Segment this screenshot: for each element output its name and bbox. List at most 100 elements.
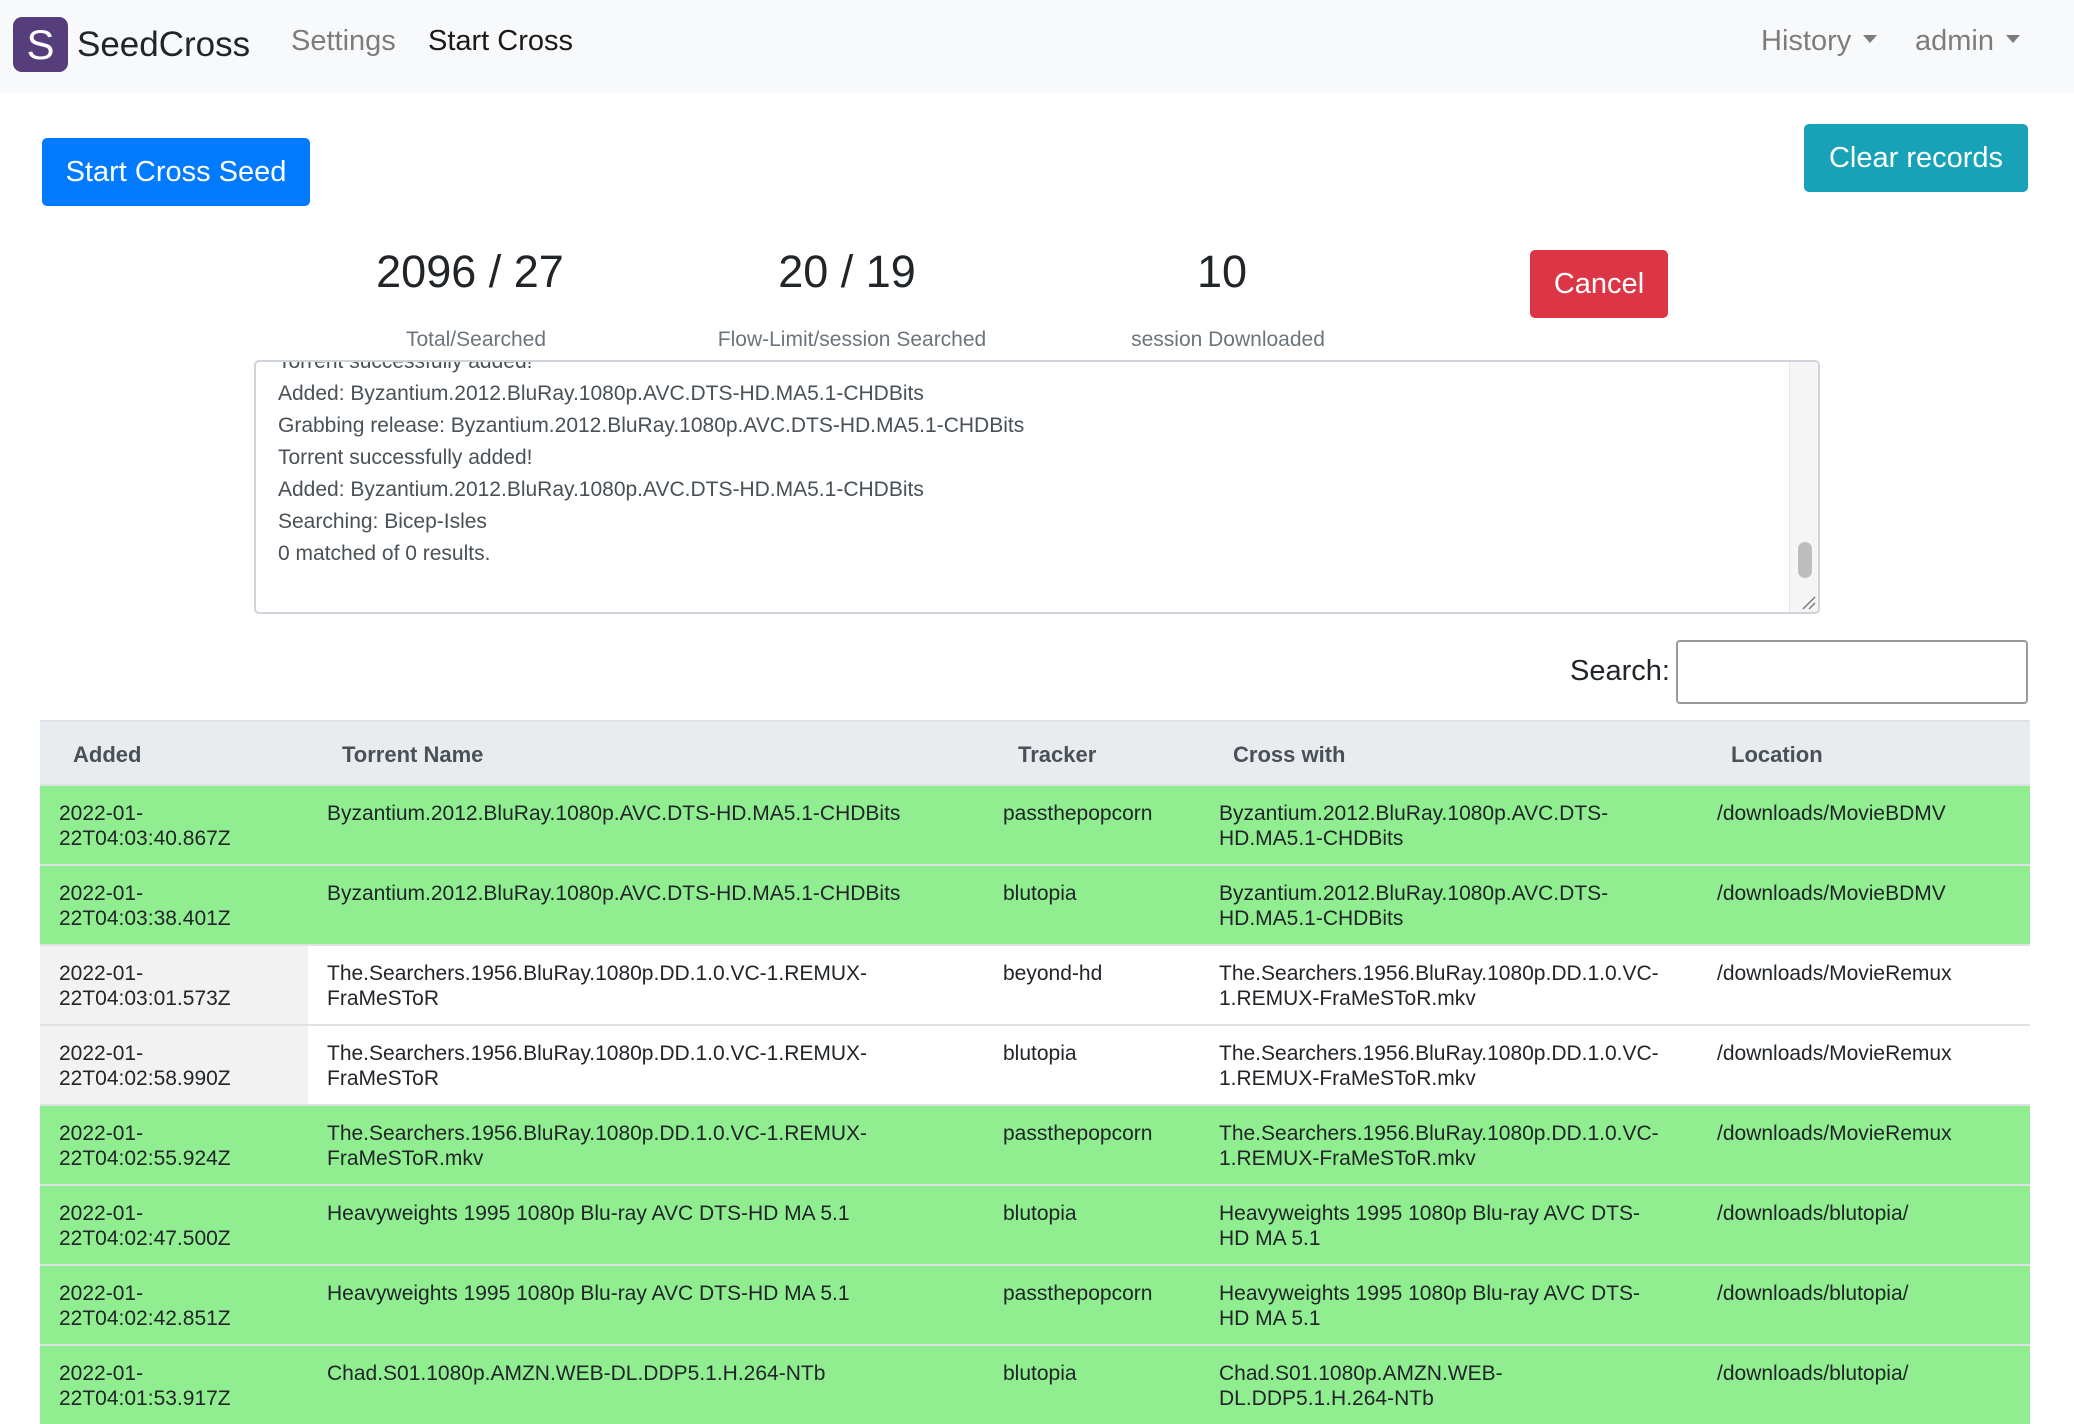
cell-cross-with-line: 1.REMUX-FraMeSToR.mkv [1219, 987, 1476, 1010]
brand-link[interactable]: S SeedCross [13, 17, 250, 72]
header-tracker[interactable]: Tracker [1018, 742, 1096, 768]
cell-cross-with: Heavyweights 1995 1080p Blu-ray AVC DTS-… [1219, 1281, 1709, 1331]
log-textarea[interactable]: Torrent successfully added! Added: Byzant… [254, 360, 1820, 614]
history-dropdown[interactable]: History [1761, 25, 1878, 58]
cell-location: /downloads/MovieBDMV [1717, 882, 1946, 905]
cell-torrent-name: Chad.S01.1080p.AMZN.WEB-DL.DDP5.1.H.264-… [327, 1361, 967, 1386]
cancel-button[interactable]: Cancel [1530, 250, 1668, 318]
log-line: Added: Byzantium.2012.BluRay.1080p.AVC.D… [278, 382, 924, 405]
log-line: 0 matched of 0 results. [278, 542, 491, 565]
cell-cross-with-line: HD.MA5.1-CHDBits [1219, 827, 1404, 850]
cell-torrent-name-line: FraMeSToR [327, 1067, 440, 1090]
log-line: Grabbing release: Byzantium.2012.BluRay.… [278, 414, 1025, 437]
cell-location: /downloads/MovieRemux [1717, 962, 1952, 985]
cell-location: /downloads/blutopia/ [1717, 1362, 1909, 1385]
log-line: Searching: Bicep-Isles [278, 510, 487, 533]
table-row[interactable]: 2022-01- 22T04:02:55.924Z The.Searchers.19… [40, 1104, 2030, 1184]
cell-location: /downloads/blutopia/ [1717, 1282, 1909, 1305]
cell-added-line: 2022-01- [59, 882, 144, 905]
user-label: admin [1915, 25, 1994, 57]
scroll-thumb[interactable] [1798, 542, 1812, 578]
cell-torrent-name-line: Heavyweights 1995 1080p Blu-ray AVC DTS-… [327, 1202, 850, 1225]
stat-downloaded-label: session Downloaded [1131, 328, 1325, 351]
cell-added-line: 22T04:03:38.401Z [59, 907, 231, 930]
logo-icon: S [13, 17, 68, 72]
log-scrollbar[interactable] [1789, 362, 1818, 612]
cell-cross-with-line: Byzantium.2012.BluRay.1080p.AVC.DTS- [1219, 882, 1609, 905]
cell-added-line: 2022-01- [59, 1362, 144, 1385]
cell-added-line: 2022-01- [59, 1042, 144, 1065]
nav-start-cross[interactable]: Start Cross [428, 25, 573, 58]
cell-added: 2022-01- 22T04:03:38.401Z [59, 881, 299, 931]
table-row[interactable]: 2022-01- 22T04:03:38.401Z Byzantium.2012.B… [40, 864, 2030, 944]
cell-tracker: blutopia [1003, 1362, 1077, 1385]
log-line: Added: Byzantium.2012.BluRay.1080p.AVC.D… [278, 478, 924, 501]
cell-cross-with: The.Searchers.1956.BluRay.1080p.DD.1.0.V… [1219, 961, 1709, 1011]
cell-torrent-name: The.Searchers.1956.BluRay.1080p.DD.1.0.V… [327, 961, 967, 1011]
stat-flow-label: Flow-Limit/session Searched [717, 328, 987, 351]
cell-torrent-name-line: Byzantium.2012.BluRay.1080p.AVC.DTS-HD.M… [327, 802, 901, 825]
cell-added-line: 22T04:03:40.867Z [59, 827, 231, 850]
cell-added: 2022-01- 22T04:02:47.500Z [59, 1201, 299, 1251]
header-cross-with[interactable]: Cross with [1233, 742, 1345, 768]
cell-torrent-name-line: FraMeSToR.mkv [327, 1147, 484, 1170]
cell-tracker: passthepopcorn [1003, 1282, 1153, 1305]
cell-torrent-name: The.Searchers.1956.BluRay.1080p.DD.1.0.V… [327, 1121, 967, 1171]
table-row[interactable]: 2022-01- 22T04:03:40.867Z Byzantium.2012.B… [40, 784, 2030, 864]
cell-torrent-name: The.Searchers.1956.BluRay.1080p.DD.1.0.V… [327, 1041, 967, 1091]
user-dropdown[interactable]: admin [1915, 25, 2020, 58]
cell-torrent-name-line: The.Searchers.1956.BluRay.1080p.DD.1.0.V… [327, 962, 868, 985]
cell-torrent-name: Byzantium.2012.BluRay.1080p.AVC.DTS-HD.M… [327, 801, 967, 826]
stat-downloaded-value: 10 [1196, 246, 1248, 297]
cell-cross-with: Byzantium.2012.BluRay.1080p.AVC.DTS- HD.M… [1219, 801, 1709, 851]
cell-added-line: 2022-01- [59, 1202, 144, 1225]
table-row[interactable]: 2022-01- 22T04:03:01.573Z The.Searchers.19… [40, 944, 2030, 1024]
table-row[interactable]: 2022-01- 22T04:02:58.990Z The.Searchers.19… [40, 1024, 2030, 1104]
cell-cross-with-line: 1.REMUX-FraMeSToR.mkv [1219, 1067, 1476, 1090]
cell-added: 2022-01- 22T04:02:58.990Z [59, 1041, 299, 1091]
cell-cross-with: Byzantium.2012.BluRay.1080p.AVC.DTS- HD.M… [1219, 881, 1709, 931]
cell-cross-with-line: DL.DDP5.1.H.264-NTb [1219, 1387, 1434, 1410]
cell-cross-with-line: Byzantium.2012.BluRay.1080p.AVC.DTS- [1219, 802, 1609, 825]
cell-cross-with-line: Heavyweights 1995 1080p Blu-ray AVC DTS- [1219, 1282, 1640, 1305]
search-input[interactable] [1676, 640, 2028, 704]
cell-tracker: passthepopcorn [1003, 1122, 1153, 1145]
cell-cross-with: The.Searchers.1956.BluRay.1080p.DD.1.0.V… [1219, 1121, 1709, 1171]
stat-flow-value: 20 / 19 [778, 246, 916, 297]
cell-torrent-name-line: Heavyweights 1995 1080p Blu-ray AVC DTS-… [327, 1282, 850, 1305]
cell-cross-with: Heavyweights 1995 1080p Blu-ray AVC DTS-… [1219, 1201, 1709, 1251]
cell-torrent-name: Heavyweights 1995 1080p Blu-ray AVC DTS-… [327, 1281, 967, 1306]
cell-added-line: 22T04:02:47.500Z [59, 1227, 231, 1250]
log-line: Torrent successfully added! [278, 360, 533, 373]
cell-cross-with-line: 1.REMUX-FraMeSToR.mkv [1219, 1147, 1476, 1170]
navbar: S SeedCross Settings Start Cross History… [0, 0, 2074, 93]
cell-cross-with: The.Searchers.1956.BluRay.1080p.DD.1.0.V… [1219, 1041, 1709, 1091]
cell-torrent-name-line: FraMeSToR [327, 987, 440, 1010]
table-body: 2022-01- 22T04:03:40.867Z Byzantium.2012.B… [40, 784, 2030, 1424]
header-location[interactable]: Location [1731, 742, 1823, 768]
cell-added-line: 22T04:02:58.990Z [59, 1067, 231, 1090]
cell-tracker: beyond-hd [1003, 962, 1103, 985]
cell-added: 2022-01- 22T04:02:42.851Z [59, 1281, 299, 1331]
cell-added-line: 2022-01- [59, 802, 144, 825]
header-added[interactable]: Added [73, 742, 141, 768]
cell-torrent-name-line: Byzantium.2012.BluRay.1080p.AVC.DTS-HD.M… [327, 882, 901, 905]
records-table: Added Torrent Name Tracker Cross with Lo… [40, 720, 2030, 1424]
header-torrent-name[interactable]: Torrent Name [342, 742, 483, 768]
table-row[interactable]: 2022-01- 22T04:01:53.917Z Chad.S01.1080p.A… [40, 1344, 2030, 1424]
cell-added-line: 2022-01- [59, 1122, 144, 1145]
cell-added: 2022-01- 22T04:03:40.867Z [59, 801, 299, 851]
stat-total-label: Total/Searched [405, 328, 547, 351]
table-row[interactable]: 2022-01- 22T04:02:47.500Z Heavyweights 199… [40, 1184, 2030, 1264]
nav-settings[interactable]: Settings [291, 25, 396, 58]
table-row[interactable]: 2022-01- 22T04:02:42.851Z Heavyweights 199… [40, 1264, 2030, 1344]
chevron-down-icon [2006, 35, 2020, 44]
cell-added-line: 22T04:02:42.851Z [59, 1307, 231, 1330]
cell-torrent-name: Heavyweights 1995 1080p Blu-ray AVC DTS-… [327, 1201, 967, 1226]
resize-grip-icon[interactable] [1800, 594, 1816, 610]
cell-torrent-name-line: Chad.S01.1080p.AMZN.WEB-DL.DDP5.1.H.264-… [327, 1362, 826, 1385]
cell-location: /downloads/MovieRemux [1717, 1042, 1952, 1065]
clear-records-button[interactable]: Clear records [1804, 124, 2028, 192]
brand-name: SeedCross [77, 24, 251, 64]
start-cross-seed-button[interactable]: Start Cross Seed [42, 138, 310, 206]
